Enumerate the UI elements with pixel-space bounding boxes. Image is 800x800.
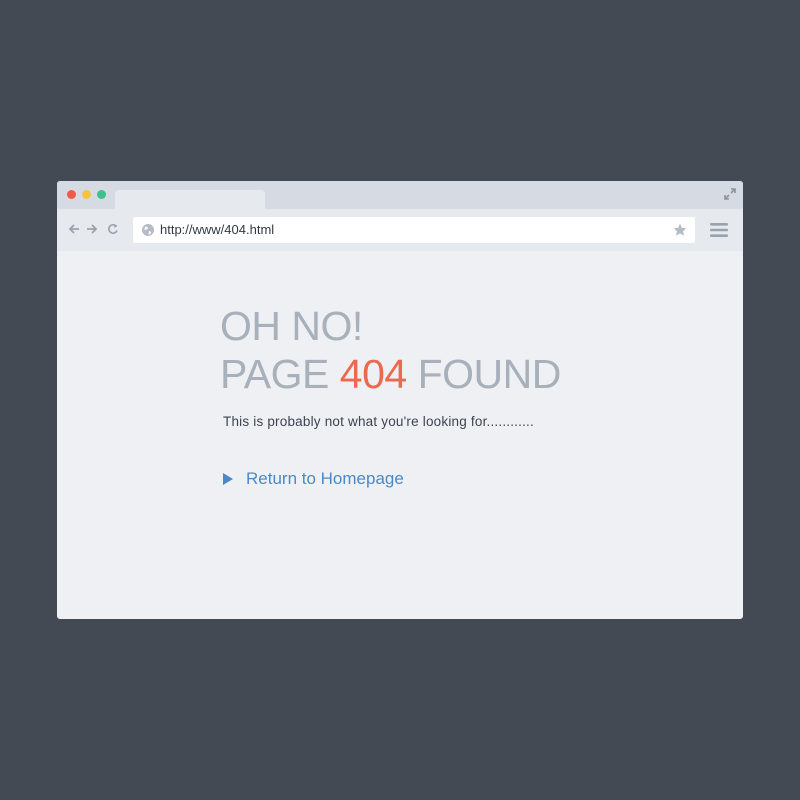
title-bar — [57, 181, 743, 209]
star-icon[interactable] — [673, 223, 687, 237]
address-bar[interactable]: http://www/404.html — [133, 217, 695, 243]
hamburger-menu-icon[interactable] — [710, 223, 728, 237]
forward-arrow-icon[interactable] — [85, 222, 99, 236]
return-link-label[interactable]: Return to Homepage — [246, 469, 404, 489]
heading-oh-no: OH NO! — [220, 303, 363, 349]
heading-page-404-found: PAGE 404 FOUND — [220, 351, 561, 398]
url-text[interactable]: http://www/404.html — [160, 222, 274, 237]
back-arrow-icon[interactable] — [67, 222, 81, 236]
maximize-window-button[interactable] — [97, 190, 106, 199]
browser-tab[interactable] — [115, 190, 265, 209]
subtitle-text: This is probably not what you're looking… — [223, 414, 534, 429]
browser-window: http://www/404.html OH NO! PAGE 404 FOUN… — [57, 181, 743, 619]
browser-toolbar: http://www/404.html — [57, 209, 743, 251]
heading-prefix: PAGE — [220, 351, 340, 397]
minimize-window-button[interactable] — [82, 190, 91, 199]
heading-suffix: FOUND — [406, 351, 562, 397]
globe-icon — [142, 224, 154, 236]
expand-icon[interactable] — [723, 187, 737, 201]
reload-icon[interactable] — [106, 222, 120, 236]
error-code: 404 — [339, 351, 407, 397]
close-window-button[interactable] — [67, 190, 76, 199]
play-triangle-icon — [223, 473, 233, 485]
